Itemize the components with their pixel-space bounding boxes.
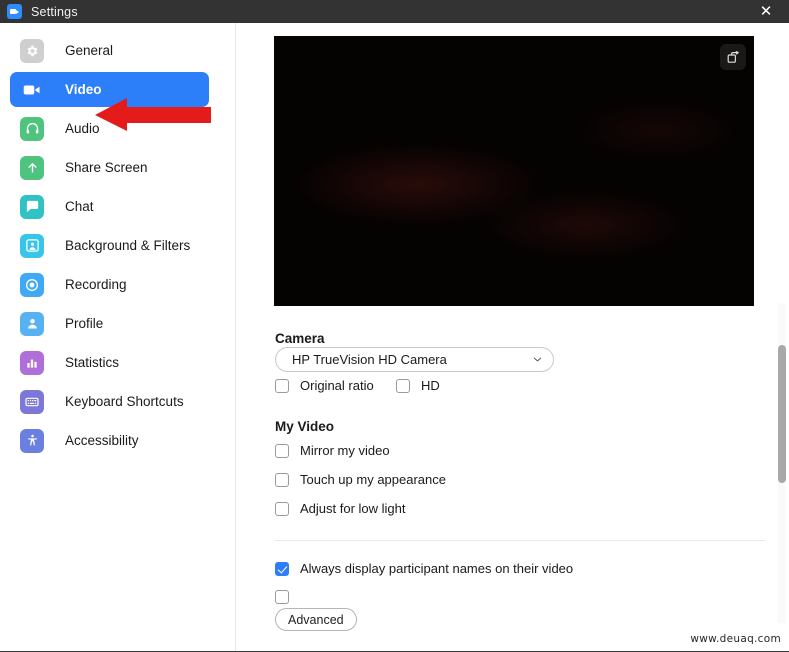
title-bar: Settings ✕ — [0, 0, 789, 23]
record-circle-icon — [20, 272, 44, 297]
window-body: General Video Audio Share Screen Chat Ba… — [0, 23, 789, 652]
sidebar-item-label: Audio — [65, 121, 100, 136]
sidebar-item-recording[interactable]: Recording — [10, 267, 209, 302]
checkbox-label: HD — [421, 378, 440, 393]
sidebar-item-statistics[interactable]: Statistics — [10, 345, 209, 380]
sidebar-item-label: Keyboard Shortcuts — [65, 394, 184, 409]
headphones-icon — [20, 116, 44, 141]
person-frame-icon — [20, 233, 44, 258]
checkbox-clipped-below-fold[interactable] — [275, 590, 289, 604]
close-icon[interactable]: ✕ — [743, 0, 789, 23]
checkbox-label: Always display participant names on thei… — [300, 561, 574, 576]
sidebar-item-profile[interactable]: Profile — [10, 306, 209, 341]
sidebar-item-share-screen[interactable]: Share Screen — [10, 150, 209, 185]
settings-sidebar: General Video Audio Share Screen Chat Ba… — [0, 23, 236, 652]
sidebar-item-label: Statistics — [65, 355, 120, 370]
camera-device-value: HP TrueVision HD Camera — [292, 352, 447, 367]
video-settings-panel: Camera HP TrueVision HD Camera Original … — [237, 23, 789, 652]
camera-device-select[interactable]: HP TrueVision HD Camera — [275, 347, 554, 372]
window-title: Settings — [31, 4, 78, 19]
chevron-down-icon — [531, 354, 543, 366]
checkbox-hd[interactable]: HD — [396, 378, 440, 393]
checkbox-label: Touch up my appearance — [300, 472, 446, 487]
sidebar-item-general[interactable]: General — [10, 33, 209, 68]
sidebar-item-label: Share Screen — [65, 160, 148, 175]
sidebar-item-keyboard-shortcuts[interactable]: Keyboard Shortcuts — [10, 384, 209, 419]
checkbox-adjust-for-low-light[interactable]: Adjust for low light — [275, 501, 406, 516]
sidebar-item-video[interactable]: Video — [10, 72, 209, 107]
upload-arrow-icon — [20, 155, 44, 180]
checkbox-mirror-my-video[interactable]: Mirror my video — [275, 443, 390, 458]
sidebar-item-label: Accessibility — [65, 433, 139, 448]
sidebar-item-label: Background & Filters — [65, 238, 191, 253]
checkbox-always-display-participant-names[interactable]: Always display participant names on thei… — [275, 561, 573, 576]
sidebar-item-background-filters[interactable]: Background & Filters — [10, 228, 209, 263]
watermark-text: www.deuaq.com — [690, 633, 781, 645]
checkbox-box — [396, 378, 410, 393]
checkbox-touch-up-my-appearance[interactable]: Touch up my appearance — [275, 472, 446, 487]
sidebar-item-label: Video — [65, 82, 102, 97]
my-video-section-heading: My Video — [275, 419, 335, 434]
settings-window: Settings ✕ General Video Audio Share Scr… — [0, 0, 789, 652]
sidebar-item-label: Recording — [65, 277, 127, 292]
person-icon — [20, 311, 44, 336]
checkbox-box — [275, 561, 289, 576]
sidebar-item-chat[interactable]: Chat — [10, 189, 209, 224]
checkbox-box — [275, 501, 289, 516]
checkbox-box — [275, 378, 289, 393]
video-camera-icon — [20, 78, 44, 102]
checkbox-box — [275, 443, 289, 458]
advanced-button[interactable]: Advanced — [275, 608, 357, 631]
camera-section-heading: Camera — [275, 331, 325, 346]
chat-bubble-icon — [20, 194, 44, 219]
checkbox-box — [275, 590, 289, 604]
checkbox-original-ratio[interactable]: Original ratio — [275, 378, 374, 393]
gear-icon — [20, 38, 44, 63]
zoom-camera-icon — [7, 4, 22, 19]
sidebar-item-label: General — [65, 43, 114, 58]
sidebar-item-label: Profile — [65, 316, 104, 331]
section-divider — [275, 540, 765, 541]
sidebar-item-audio[interactable]: Audio — [10, 111, 209, 146]
accessibility-icon — [20, 428, 44, 453]
sidebar-item-label: Chat — [65, 199, 94, 214]
checkbox-box — [275, 472, 289, 487]
sidebar-item-accessibility[interactable]: Accessibility — [10, 423, 209, 458]
pop-out-window-icon[interactable] — [720, 44, 746, 70]
checkbox-label: Adjust for low light — [300, 501, 406, 516]
checkbox-label: Original ratio — [300, 378, 374, 393]
keyboard-icon — [20, 389, 44, 414]
scrollbar-thumb[interactable] — [778, 345, 786, 483]
bar-chart-icon — [20, 350, 44, 375]
camera-preview — [274, 36, 754, 306]
checkbox-label: Mirror my video — [300, 443, 390, 458]
